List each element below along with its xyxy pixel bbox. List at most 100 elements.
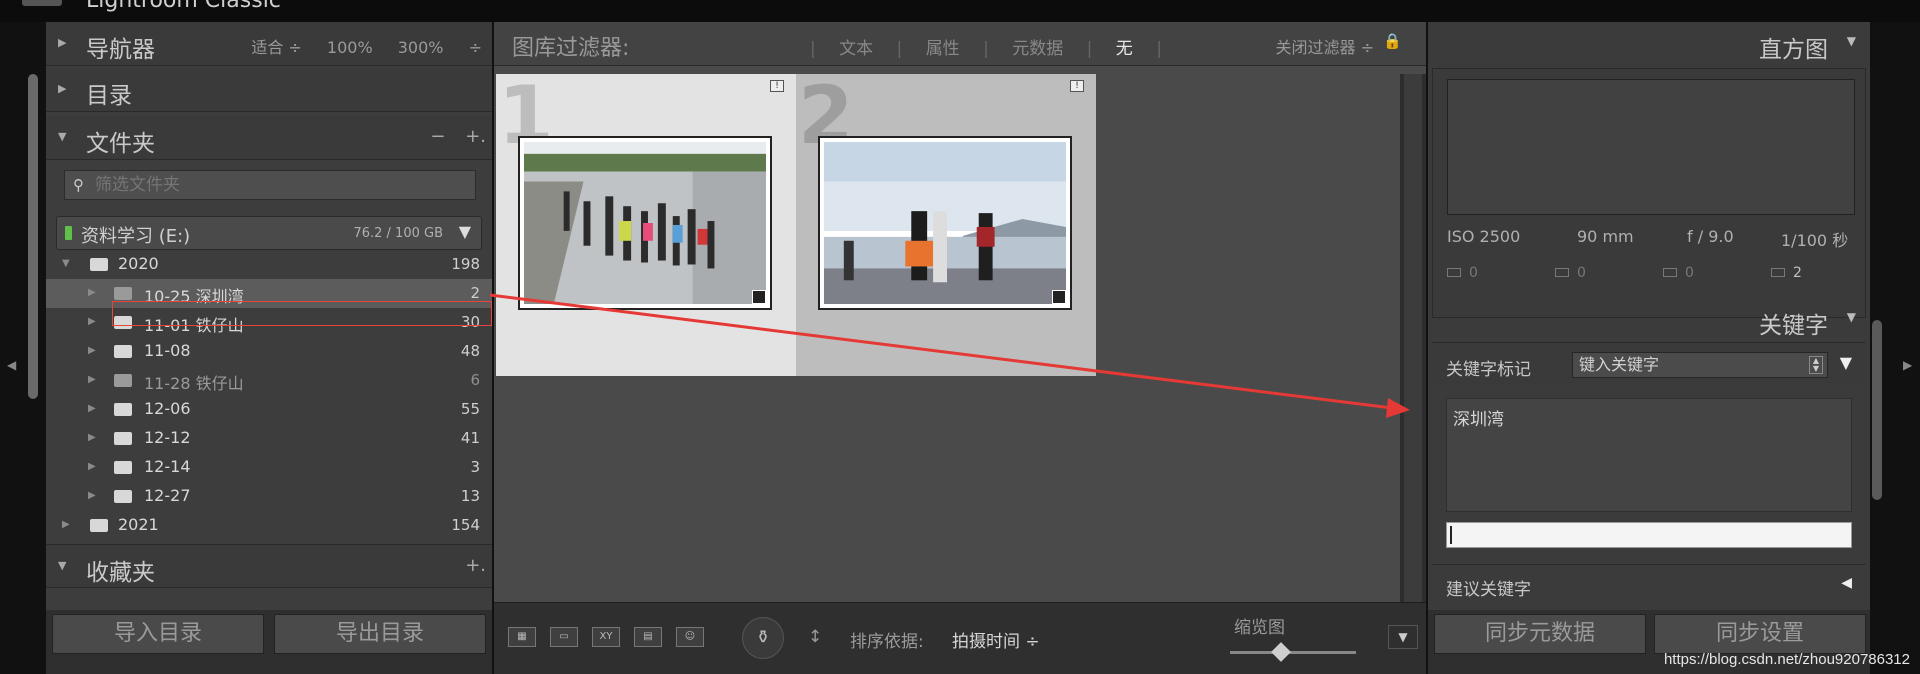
photo-thumbnail[interactable] (518, 136, 772, 310)
folder-name: 2020 (118, 254, 159, 273)
catalog-header[interactable]: ▶ 目录 (46, 68, 492, 112)
thumbnail-size-knob[interactable] (1271, 642, 1291, 662)
toolbar-menu-icon[interactable]: ▼ (1388, 625, 1418, 649)
sort-direction-icon[interactable]: ↕ (808, 627, 822, 647)
keywords-header[interactable]: 关键字 ▼ (1428, 298, 1870, 340)
keyword-menu-icon[interactable]: ▼ (1840, 353, 1852, 372)
folder-expand-icon[interactable]: ▶ (88, 432, 96, 443)
collections-header[interactable]: ▼ 收藏夹 +. (46, 544, 492, 588)
add-collection-button[interactable]: +. (465, 555, 486, 576)
folder-expand-icon[interactable]: ▶ (88, 403, 96, 414)
folder-filter-input[interactable] (95, 173, 465, 197)
volume-dropdown-icon[interactable]: ▼ (459, 222, 471, 241)
zoom-100-option[interactable]: 100% (327, 38, 373, 57)
folder-expand-icon[interactable]: ▶ (88, 490, 96, 501)
histogram-panel: ISO 2500 90 mm f / 9.0 1/100 秒 0 0 0 2 (1432, 68, 1866, 318)
keyword-text-area[interactable]: 深圳湾 (1446, 398, 1852, 512)
zoom-300-option[interactable]: 300% (398, 38, 444, 57)
catalog-title: 目录 (86, 83, 132, 109)
collapse-left-panel-icon[interactable]: ◀ (7, 358, 16, 372)
flag-badge-icon[interactable]: ! (770, 80, 784, 92)
filter-none-option[interactable]: 无 (1116, 39, 1133, 59)
folder-icon (90, 519, 108, 532)
sort-dropdown[interactable]: 拍摄时间 ÷ (952, 627, 1040, 652)
keywords-title: 关键字 (1759, 313, 1828, 339)
photo-image (524, 142, 766, 304)
flag-badge-icon[interactable]: ! (1070, 80, 1084, 92)
grid-scrollbar[interactable] (1400, 74, 1426, 602)
loupe-view-icon[interactable]: ▭ (550, 627, 578, 647)
lock-icon[interactable]: 🔒 (1383, 32, 1402, 50)
add-folder-button[interactable]: +. (465, 126, 486, 147)
folder-row[interactable]: ▶ 12-06 55 (46, 395, 492, 424)
stepper-icon[interactable]: ▲ ▼ (1809, 356, 1823, 374)
folder-expand-icon[interactable]: ▶ (88, 316, 96, 327)
clip-icon (1663, 268, 1677, 277)
left-panel-scrollbar[interactable] (28, 74, 38, 399)
folder-row[interactable]: ▶ 11-08 48 (46, 337, 492, 366)
zoom-more-option[interactable]: ÷ (469, 38, 482, 57)
folder-search: ⚲ (64, 170, 476, 200)
filter-text-option[interactable]: 文本 (839, 39, 873, 59)
grid-cell-1[interactable]: 1 ! (496, 74, 796, 376)
suggested-keywords-header[interactable]: 建议关键字 ◀ (1432, 564, 1866, 604)
compare-view-icon[interactable]: XY (592, 627, 620, 647)
sync-settings-button[interactable]: 同步设置 (1654, 614, 1866, 654)
thumbnail-size-slider[interactable] (1230, 651, 1356, 654)
people-view-icon[interactable]: ☺ (676, 627, 704, 647)
folder-expand-icon[interactable]: ▶ (62, 519, 70, 530)
add-keyword-input[interactable] (1446, 522, 1852, 548)
folder-row[interactable]: ▶ 12-27 13 (46, 482, 492, 511)
folder-collapse-icon[interactable]: ▼ (62, 258, 70, 269)
folder-count: 6 (470, 371, 480, 389)
folders-header[interactable]: ▼ 文件夹 − +. (46, 116, 492, 160)
keyword-value: 深圳湾 (1453, 410, 1504, 430)
histogram-header[interactable]: 直方图 ▼ (1428, 22, 1870, 64)
folder-expand-icon[interactable]: ▶ (88, 461, 96, 472)
folder-row[interactable]: ▼ 2020 198 (46, 250, 492, 279)
folder-count: 55 (460, 400, 480, 418)
import-catalog-button[interactable]: 导入目录 (52, 614, 264, 654)
collapse-right-panel-icon[interactable]: ▶ (1903, 358, 1912, 372)
folder-row[interactable]: ▶ 12-12 41 (46, 424, 492, 453)
grid-cell-2[interactable]: 2 ! (796, 74, 1096, 376)
close-filter-dropdown[interactable]: 关闭过滤器 ÷ (1276, 34, 1375, 58)
zoom-fit-option[interactable]: 适合 ÷ (251, 38, 302, 57)
remove-folder-button[interactable]: − (430, 126, 445, 147)
exif-shutter: 1/100 秒 (1781, 231, 1849, 250)
folder-expand-icon[interactable]: ▶ (88, 287, 96, 298)
watermark-url: https://blog.csdn.net/zhou920786312 (1663, 651, 1910, 668)
filter-attribute-option[interactable]: 属性 (926, 39, 960, 59)
expand-triangle-icon: ▶ (58, 82, 67, 95)
expand-triangle-icon: ▶ (58, 36, 67, 49)
folder-expand-icon[interactable]: ▶ (88, 345, 96, 356)
grid-scrollbar-thumb[interactable] (1404, 74, 1422, 602)
clip-icon (1771, 268, 1785, 277)
folder-name: 12-06 (144, 399, 191, 418)
survey-view-icon[interactable]: ▤ (634, 627, 662, 647)
navigator-title: 导航器 (86, 37, 155, 63)
folder-row[interactable]: ▶ 12-14 3 (46, 453, 492, 482)
volume-bar[interactable]: 资料学习 (E:) 76.2 / 100 GB ▼ (56, 216, 482, 250)
keyword-entry-select[interactable]: 键入关键字 ▲ ▼ (1572, 352, 1828, 378)
photo-thumbnail[interactable] (818, 136, 1072, 310)
folder-tools: − +. (416, 126, 486, 147)
expand-triangle-icon: ◀ (1841, 575, 1852, 591)
export-catalog-button[interactable]: 导出目录 (274, 614, 486, 654)
folder-icon (90, 258, 108, 271)
folder-row[interactable]: ▶ 11-28 铁仔山 6 (46, 366, 492, 395)
missing-folder-icon (114, 374, 132, 387)
grid-view: 图库过滤器: | 文本 | 属性 | 元数据 | 无 | 关闭过滤器 ÷ 🔒 1… (494, 22, 1426, 674)
grid-view-icon[interactable]: ▦ (508, 627, 536, 647)
sync-metadata-button[interactable]: 同步元数据 (1434, 614, 1646, 654)
painter-spray-icon[interactable]: ⚱ (742, 617, 784, 659)
app-logo-icon (22, 0, 62, 6)
filter-metadata-option[interactable]: 元数据 (1012, 39, 1063, 59)
right-panel-scrollbar[interactable] (1872, 320, 1882, 500)
missing-folder-icon (114, 287, 132, 300)
navigator-header[interactable]: ▶ 导航器 适合 ÷ 100% 300% ÷ (46, 22, 492, 66)
folder-name: 2021 (118, 515, 159, 534)
folder-row[interactable]: ▶ 2021 154 (46, 511, 492, 540)
clip-count-2: 0 (1555, 265, 1586, 281)
folder-expand-icon[interactable]: ▶ (88, 374, 96, 385)
